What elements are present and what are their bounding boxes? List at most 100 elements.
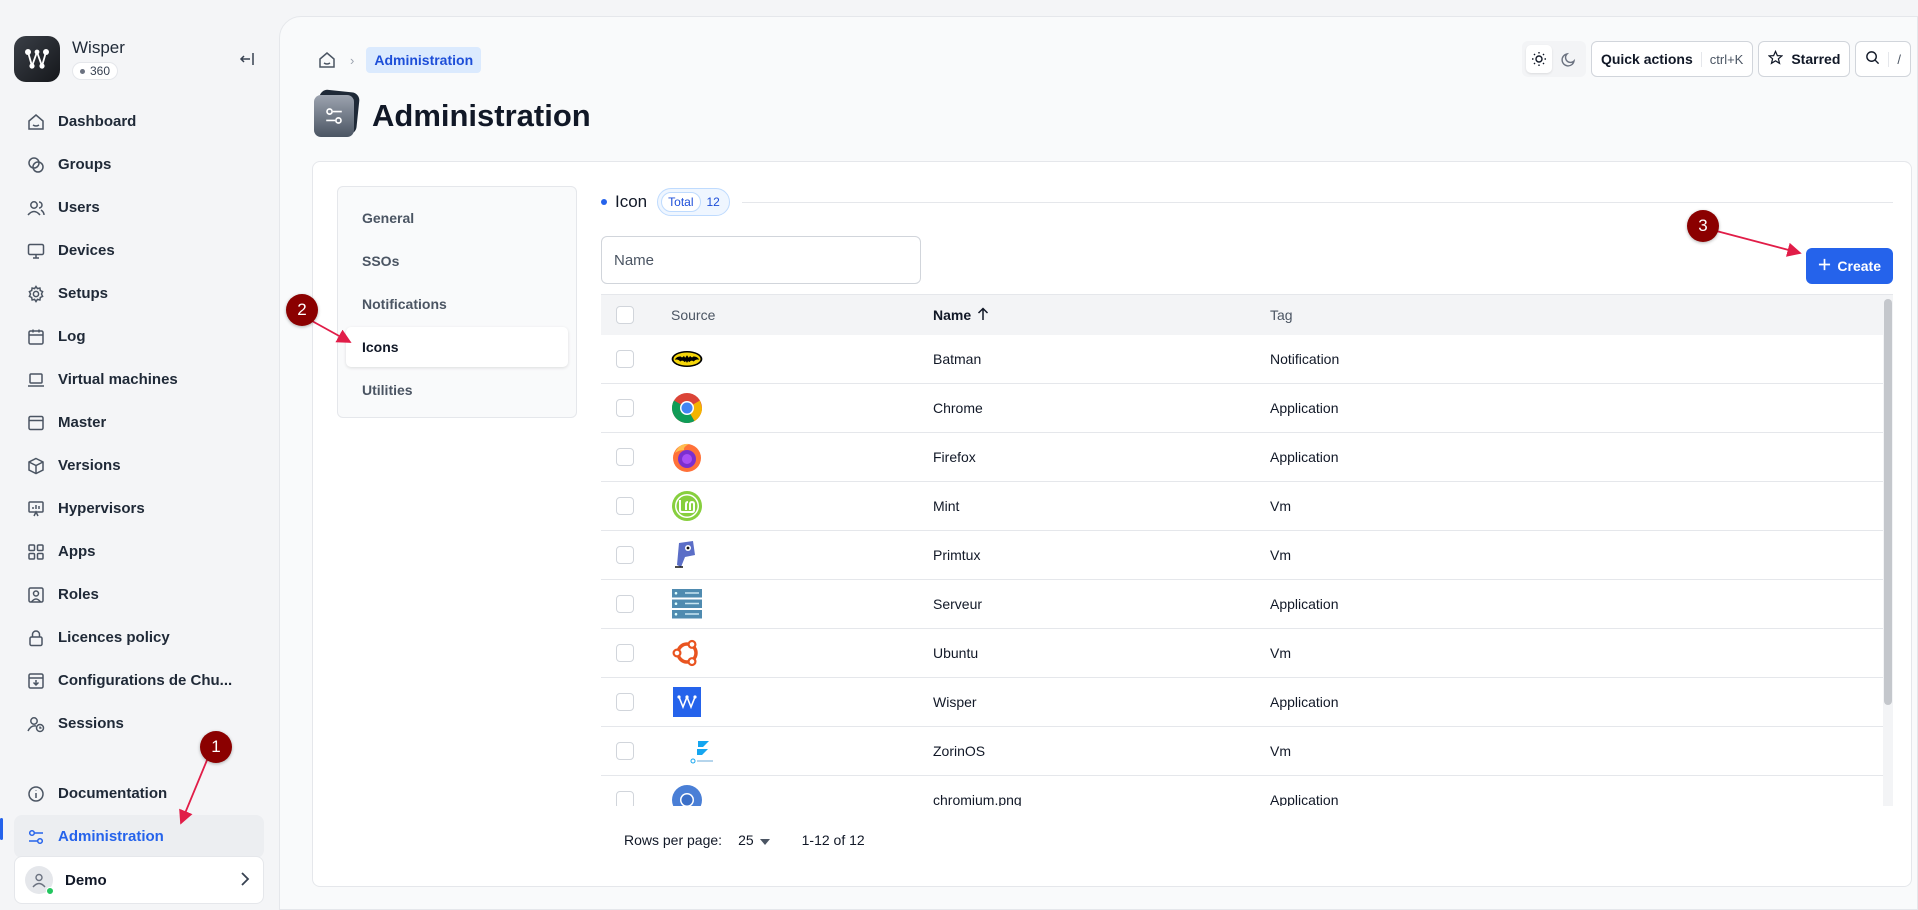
section-dot xyxy=(601,199,607,205)
sort-ascending-icon xyxy=(977,306,989,324)
user-name: Demo xyxy=(65,871,107,889)
breadcrumb-current[interactable]: Administration xyxy=(366,47,482,73)
sidebar-item-label: Virtual machines xyxy=(58,371,178,388)
sidebar-item-hypervisors[interactable]: Hypervisors xyxy=(14,487,264,530)
name-filter-input[interactable] xyxy=(601,236,921,284)
chevron-right-icon: › xyxy=(350,52,355,68)
sidebar-item-roles[interactable]: Roles xyxy=(14,573,264,616)
sidebar-item-groups[interactable]: Groups xyxy=(14,143,264,186)
sidebar-item-dashboard[interactable]: Dashboard xyxy=(14,100,264,143)
row-checkbox[interactable] xyxy=(616,693,634,711)
starred-button[interactable]: Starred xyxy=(1758,41,1851,77)
sidebar-item-apps[interactable]: Apps xyxy=(14,530,264,573)
wisper-logo-icon[interactable] xyxy=(14,36,60,82)
subnav-ssos[interactable]: SSOs xyxy=(346,241,568,281)
column-source: Source xyxy=(671,307,716,323)
table-row[interactable]: Serveur Application xyxy=(601,580,1893,629)
plus-icon xyxy=(1818,258,1831,274)
mint-icon xyxy=(671,490,703,522)
chevron-right-icon xyxy=(239,871,251,891)
column-tag: Tag xyxy=(1270,307,1293,323)
select-all-checkbox[interactable] xyxy=(616,306,634,324)
row-checkbox[interactable] xyxy=(616,791,634,806)
user-clock-icon xyxy=(26,714,46,734)
sidebar-item-label: Master xyxy=(58,414,107,431)
column-name[interactable]: Name xyxy=(933,306,1270,324)
table-row[interactable]: Ubuntu Vm xyxy=(601,629,1893,678)
row-checkbox[interactable] xyxy=(616,644,634,662)
row-checkbox[interactable] xyxy=(616,742,634,760)
sidebar-item-master[interactable]: Master xyxy=(14,401,264,444)
window-icon xyxy=(26,413,46,433)
batman-icon xyxy=(671,343,703,375)
sidebar-item-virtual-machines[interactable]: Virtual machines xyxy=(14,358,264,401)
sidebar-item-licences-policy[interactable]: Licences policy xyxy=(14,616,264,659)
subnav-icons[interactable]: Icons xyxy=(346,327,568,367)
sidebar-item-administration[interactable]: Administration xyxy=(14,815,264,858)
table-row[interactable]: chromium.png Application xyxy=(601,776,1893,806)
sidebar-item-devices[interactable]: Devices xyxy=(14,229,264,272)
row-checkbox[interactable] xyxy=(616,497,634,515)
monitor-icon xyxy=(26,241,46,261)
sidebar-item-configurations[interactable]: Configurations de Chu... xyxy=(14,659,264,702)
user-menu[interactable]: Demo xyxy=(14,856,264,904)
admin-subnav: General SSOs Notifications Icons Utiliti… xyxy=(337,186,577,418)
quick-actions-button[interactable]: Quick actions ctrl+K xyxy=(1590,41,1754,77)
subnav-general[interactable]: General xyxy=(346,198,568,238)
top-toolbar: Quick actions ctrl+K Starred / xyxy=(1521,41,1911,77)
subnav-notifications[interactable]: Notifications xyxy=(346,284,568,324)
row-checkbox[interactable] xyxy=(616,595,634,613)
table-row[interactable]: Wisper Application xyxy=(601,678,1893,727)
icons-table: Source Name Tag Batman Notification Chro… xyxy=(601,294,1893,806)
quick-actions-label: Quick actions xyxy=(1600,51,1693,67)
moon-icon[interactable] xyxy=(1556,45,1582,73)
table-row[interactable]: Firefox Application xyxy=(601,433,1893,482)
page-title: Administration xyxy=(372,98,591,133)
table-row[interactable]: ZorinOS Vm xyxy=(601,727,1893,776)
row-name: Serveur xyxy=(933,596,983,612)
chrome-icon xyxy=(671,392,703,424)
presentation-icon xyxy=(26,499,46,519)
zorin-icon xyxy=(687,735,719,767)
sidebar-item-users[interactable]: Users xyxy=(14,186,264,229)
sun-icon[interactable] xyxy=(1525,45,1552,73)
subnav-utilities[interactable]: Utilities xyxy=(346,370,568,410)
sliders-icon xyxy=(26,827,46,847)
row-checkbox[interactable] xyxy=(616,350,634,368)
version-badge-text: 360 xyxy=(90,64,111,78)
total-count: 12 xyxy=(706,195,720,209)
home-icon[interactable] xyxy=(316,49,338,71)
row-checkbox[interactable] xyxy=(616,546,634,564)
sidebar-item-label: Sessions xyxy=(58,715,124,732)
create-button[interactable]: Create xyxy=(1806,248,1893,284)
row-tag: Application xyxy=(1270,596,1339,612)
sidebar-item-log[interactable]: Log xyxy=(14,315,264,358)
sidebar-item-setups[interactable]: Setups xyxy=(14,272,264,315)
sidebar-item-documentation[interactable]: Documentation xyxy=(14,772,264,815)
row-checkbox[interactable] xyxy=(616,448,634,466)
scrollbar-thumb[interactable] xyxy=(1884,299,1892,705)
version-badge: 360 xyxy=(72,62,119,80)
table-row[interactable]: Mint Vm xyxy=(601,482,1893,531)
lock-icon xyxy=(26,628,46,648)
rows-per-page-select[interactable]: 25 xyxy=(738,832,770,848)
bottom-nav: Documentation Administration xyxy=(14,772,264,858)
collapse-sidebar-icon[interactable] xyxy=(236,48,258,70)
section-title: Icon xyxy=(615,192,648,211)
table-row[interactable]: Chrome Application xyxy=(601,384,1893,433)
sidebar-item-label: Documentation xyxy=(58,785,168,802)
page-header: Administration xyxy=(314,89,591,137)
total-badge: Total 12 xyxy=(657,188,730,216)
main-panel: › Administration Quick actions ctrl+K Sta… xyxy=(279,16,1918,910)
sidebar-item-versions[interactable]: Versions xyxy=(14,444,264,487)
rows-per-page-label: Rows per page: xyxy=(624,832,723,848)
download-box-icon xyxy=(26,671,46,691)
row-checkbox[interactable] xyxy=(616,399,634,417)
search-button[interactable]: / xyxy=(1855,41,1911,77)
table-row[interactable]: Batman Notification xyxy=(601,335,1893,384)
row-name: ZorinOS xyxy=(933,743,986,759)
brand: Wisper 360 xyxy=(14,36,125,82)
row-tag: Application xyxy=(1270,449,1339,465)
pagination-range: 1-12 of 12 xyxy=(801,832,865,848)
table-row[interactable]: Primtux Vm xyxy=(601,531,1893,580)
